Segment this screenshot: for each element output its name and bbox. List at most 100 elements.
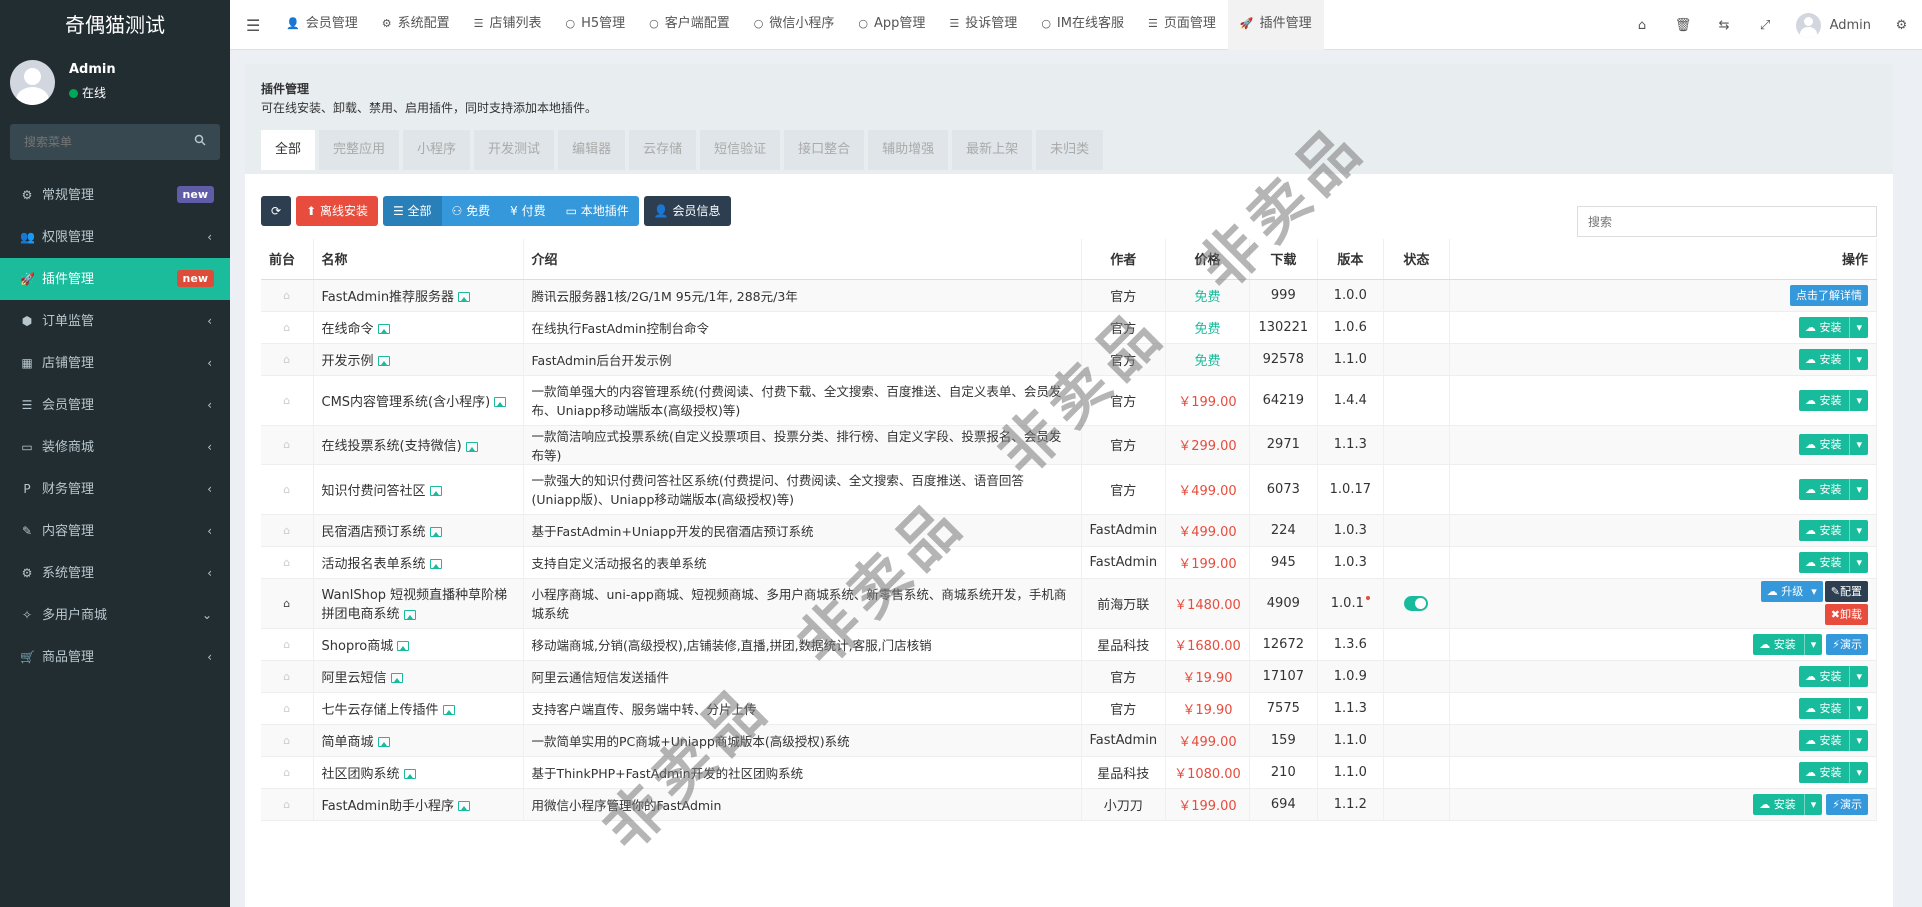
- tab-7[interactable]: ☰ 投诉管理: [937, 0, 1029, 50]
- install-button[interactable]: ☁ 安装 ▾: [1798, 761, 1868, 783]
- caret-down-icon[interactable]: ▾: [1849, 519, 1862, 541]
- tab-6[interactable]: ○ App管理: [846, 0, 937, 50]
- sidebar-item-2[interactable]: 🚀 插件管理 new: [0, 258, 230, 300]
- refresh-button[interactable]: ⟳: [261, 196, 292, 226]
- install-button[interactable]: ☁ 安装 ▾: [1798, 348, 1868, 370]
- search-icon[interactable]: [194, 134, 206, 146]
- home-icon[interactable]: ⌂: [283, 438, 290, 451]
- top-user-menu[interactable]: Admin: [1786, 12, 1881, 38]
- plugin-name[interactable]: 知识付费问答社区: [322, 484, 426, 499]
- install-button[interactable]: ☁ 安装 ▾: [1798, 478, 1868, 500]
- menu-toggle-icon[interactable]: ☰: [246, 16, 260, 35]
- image-icon[interactable]: [397, 641, 410, 651]
- image-icon[interactable]: [442, 705, 455, 715]
- sidebar-item-11[interactable]: 🛒 商品管理 ‹: [0, 636, 230, 678]
- offline-install-button[interactable]: ⬆ 离线安装: [296, 196, 378, 226]
- category-tab[interactable]: 全部: [261, 130, 316, 170]
- tab-8[interactable]: ○ IM在线客服: [1029, 0, 1136, 50]
- home-icon[interactable]: ⌂: [283, 597, 290, 610]
- plugin-name[interactable]: Shopro商城: [322, 639, 394, 654]
- install-button[interactable]: ☁ 安装 ▾: [1753, 633, 1823, 655]
- plugin-name[interactable]: FastAdmin助手小程序: [322, 799, 455, 814]
- home-icon[interactable]: ⌂: [283, 638, 290, 651]
- column-header[interactable]: 作者: [1081, 239, 1167, 280]
- member-info-button[interactable]: 👤 会员信息: [643, 196, 731, 226]
- caret-down-icon[interactable]: ▾: [1849, 761, 1862, 783]
- tab-2[interactable]: ☰ 店铺列表: [462, 0, 554, 50]
- caret-down-icon[interactable]: ▾: [1811, 585, 1817, 598]
- image-icon[interactable]: [390, 673, 403, 683]
- home-icon[interactable]: ⌂: [283, 524, 290, 537]
- install-button[interactable]: ☁ 安装 ▾: [1798, 551, 1868, 573]
- caret-down-icon[interactable]: ▾: [1849, 389, 1862, 411]
- home-icon[interactable]: ⌂: [283, 394, 290, 407]
- plugin-name[interactable]: 在线投票系统(支持微信): [322, 439, 462, 454]
- caret-down-icon[interactable]: ▾: [1849, 665, 1862, 687]
- install-button[interactable]: ☁ 安装 ▾: [1753, 793, 1823, 815]
- sidebar-item-6[interactable]: ▭ 装修商城 ‹: [0, 426, 230, 468]
- sidebar-item-1[interactable]: 👥 权限管理 ‹: [0, 216, 230, 258]
- category-tab[interactable]: 最新上架: [952, 130, 1033, 170]
- trash-icon[interactable]: 🗑: [1663, 18, 1704, 33]
- plugin-search-input[interactable]: [1578, 207, 1876, 236]
- install-button[interactable]: ☁ 安装 ▾: [1798, 389, 1868, 411]
- plugin-name[interactable]: FastAdmin推荐服务器: [322, 290, 455, 305]
- caret-down-icon[interactable]: ▾: [1849, 316, 1862, 338]
- plugin-name[interactable]: 简单商城: [322, 735, 374, 750]
- gears-icon[interactable]: ⚙: [1881, 18, 1922, 33]
- filter-paid-button[interactable]: ¥ 付费: [500, 196, 556, 226]
- config-button[interactable]: ✎配置: [1824, 581, 1868, 602]
- sidebar-item-0[interactable]: ⚙ 常规管理 new: [0, 174, 230, 216]
- install-button[interactable]: ☁ 安装 ▾: [1798, 434, 1868, 455]
- tab-3[interactable]: ○ H5管理: [554, 0, 638, 50]
- info-button[interactable]: 点击了解详情: [1790, 284, 1868, 306]
- install-button[interactable]: ☁ 安装 ▾: [1798, 729, 1868, 751]
- sidebar-item-7[interactable]: P 财务管理 ‹: [0, 468, 230, 510]
- fullscreen-icon[interactable]: ⤢: [1745, 18, 1786, 33]
- plugin-name[interactable]: CMS内容管理系统(含小程序): [322, 395, 491, 410]
- column-header[interactable]: 前台: [261, 239, 314, 280]
- category-tab[interactable]: 短信验证: [700, 130, 781, 170]
- filter-free-button[interactable]: ⚇ 免费: [441, 196, 501, 226]
- image-icon[interactable]: [377, 356, 390, 366]
- app-title[interactable]: 奇偶猫测试: [0, 0, 230, 50]
- image-icon[interactable]: [458, 801, 471, 811]
- plugin-name[interactable]: 阿里云短信: [322, 671, 387, 686]
- plugin-name[interactable]: 活动报名表单系统: [322, 557, 426, 572]
- column-header[interactable]: 介绍: [523, 239, 1082, 280]
- tab-10[interactable]: 🚀 插件管理: [1227, 0, 1324, 50]
- image-icon[interactable]: [377, 324, 390, 334]
- demo-button[interactable]: ⚡演示: [1826, 633, 1868, 655]
- image-icon[interactable]: [458, 292, 471, 302]
- caret-down-icon[interactable]: ▾: [1803, 633, 1816, 655]
- install-button[interactable]: ☁ 安装 ▾: [1798, 316, 1868, 338]
- upgrade-button[interactable]: ☁ 升级 ▾: [1760, 581, 1823, 602]
- filter-local-button[interactable]: ▭ 本地插件: [555, 196, 639, 226]
- category-tab[interactable]: 小程序: [403, 130, 471, 170]
- home-icon[interactable]: ⌂: [283, 702, 290, 715]
- plugin-name[interactable]: 在线命令: [322, 322, 374, 337]
- home-icon[interactable]: ⌂: [283, 289, 290, 302]
- plugin-name[interactable]: 民宿酒店预订系统: [322, 525, 426, 540]
- tab-9[interactable]: ☰ 页面管理: [1136, 0, 1228, 50]
- image-icon[interactable]: [403, 609, 416, 620]
- image-icon[interactable]: [429, 559, 442, 569]
- image-icon[interactable]: [377, 737, 390, 747]
- sidebar-item-10[interactable]: ✧ 多用户商城 ⌄: [0, 594, 230, 636]
- category-tab[interactable]: 云存储: [629, 130, 697, 170]
- tab-0[interactable]: 👤 会员管理: [274, 0, 370, 50]
- column-header[interactable]: 版本: [1317, 239, 1384, 280]
- install-button[interactable]: ☁ 安装 ▾: [1798, 697, 1868, 719]
- image-icon[interactable]: [403, 769, 416, 779]
- home-icon[interactable]: ⌂: [283, 556, 290, 569]
- plugin-name[interactable]: 开发示例: [322, 354, 374, 369]
- column-header[interactable]: 价格: [1165, 239, 1250, 280]
- home-icon[interactable]: ⌂: [283, 734, 290, 747]
- category-tab[interactable]: 辅助增强: [868, 130, 949, 170]
- sidebar-item-8[interactable]: ✎ 内容管理 ‹: [0, 510, 230, 552]
- caret-down-icon[interactable]: ▾: [1849, 551, 1862, 573]
- sidebar-item-9[interactable]: ⚙ 系统管理 ‹: [0, 552, 230, 594]
- image-icon[interactable]: [429, 486, 442, 496]
- tab-1[interactable]: ⚙ 系统配置: [370, 0, 462, 50]
- image-icon[interactable]: [429, 527, 442, 537]
